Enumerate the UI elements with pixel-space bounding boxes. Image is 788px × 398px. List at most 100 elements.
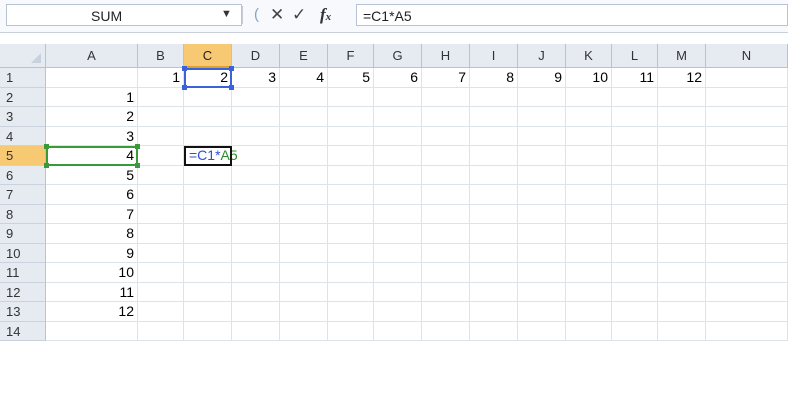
cell-j3[interactable] (518, 107, 566, 127)
cell-k2[interactable] (566, 87, 612, 107)
cell-l4[interactable] (612, 126, 658, 146)
cell-m7[interactable] (658, 185, 706, 205)
cell-b6[interactable] (138, 165, 184, 185)
column-header-n[interactable]: N (706, 44, 788, 68)
cell-h8[interactable] (422, 204, 470, 224)
cell-e6[interactable] (280, 165, 328, 185)
cell-k10[interactable] (566, 243, 612, 263)
cell-m11[interactable] (658, 263, 706, 283)
cell-i1[interactable]: 8 (470, 68, 518, 88)
cell-f12[interactable] (328, 282, 374, 302)
cell-g10[interactable] (374, 243, 422, 263)
cell-a13[interactable]: 12 (46, 302, 138, 322)
cell-n10[interactable] (706, 243, 788, 263)
cell-d11[interactable] (232, 263, 280, 283)
cell-g14[interactable] (374, 321, 422, 341)
cell-a4[interactable]: 3 (46, 126, 138, 146)
cell-j11[interactable] (518, 263, 566, 283)
cell-b4[interactable] (138, 126, 184, 146)
cell-e1[interactable]: 4 (280, 68, 328, 88)
cell-i7[interactable] (470, 185, 518, 205)
row-header-8[interactable]: 8 (0, 204, 46, 224)
select-all-corner[interactable] (0, 44, 46, 68)
cell-n7[interactable] (706, 185, 788, 205)
cell-g13[interactable] (374, 302, 422, 322)
cell-c12[interactable] (184, 282, 232, 302)
column-header-g[interactable]: G (374, 44, 422, 68)
cell-e14[interactable] (280, 321, 328, 341)
cell-n12[interactable] (706, 282, 788, 302)
cell-a3[interactable]: 2 (46, 107, 138, 127)
cell-b1[interactable]: 1 (138, 68, 184, 88)
cell-l9[interactable] (612, 224, 658, 244)
cell-f2[interactable] (328, 87, 374, 107)
a5-handle-br[interactable] (135, 162, 140, 168)
cell-d9[interactable] (232, 224, 280, 244)
cell-f10[interactable] (328, 243, 374, 263)
cell-d1[interactable]: 3 (232, 68, 280, 88)
cell-n9[interactable] (706, 224, 788, 244)
cell-b3[interactable] (138, 107, 184, 127)
cell-m12[interactable] (658, 282, 706, 302)
cell-c9[interactable] (184, 224, 232, 244)
cell-a7[interactable]: 6 (46, 185, 138, 205)
cell-i9[interactable] (470, 224, 518, 244)
cell-d2[interactable] (232, 87, 280, 107)
cell-n11[interactable] (706, 263, 788, 283)
cell-b13[interactable] (138, 302, 184, 322)
cell-l2[interactable] (612, 87, 658, 107)
cell-n14[interactable] (706, 321, 788, 341)
cell-h2[interactable] (422, 87, 470, 107)
cell-j7[interactable] (518, 185, 566, 205)
cell-f1[interactable]: 5 (328, 68, 374, 88)
c1-handle-tr[interactable] (229, 66, 234, 71)
cell-h13[interactable] (422, 302, 470, 322)
cell-g5[interactable] (374, 146, 422, 166)
cell-l5[interactable] (612, 146, 658, 166)
cell-n5[interactable] (706, 146, 788, 166)
cell-b9[interactable] (138, 224, 184, 244)
cell-e12[interactable] (280, 282, 328, 302)
cell-c3[interactable] (184, 107, 232, 127)
c1-handle-tl[interactable] (182, 66, 187, 71)
splitter-icon[interactable]: ( (254, 5, 259, 25)
column-header-j[interactable]: J (518, 44, 566, 68)
cell-j6[interactable] (518, 165, 566, 185)
cell-h11[interactable] (422, 263, 470, 283)
row-header-5[interactable]: 5 (0, 146, 46, 166)
cell-d7[interactable] (232, 185, 280, 205)
cell-e7[interactable] (280, 185, 328, 205)
cell-h4[interactable] (422, 126, 470, 146)
cell-a5[interactable]: 4 (46, 146, 138, 166)
row-header-6[interactable]: 6 (0, 165, 46, 185)
a5-handle-tl[interactable] (44, 144, 49, 149)
cell-i2[interactable] (470, 87, 518, 107)
cell-d12[interactable] (232, 282, 280, 302)
cell-m8[interactable] (658, 204, 706, 224)
cell-h5[interactable] (422, 146, 470, 166)
cell-b14[interactable] (138, 321, 184, 341)
cell-e8[interactable] (280, 204, 328, 224)
cell-e13[interactable] (280, 302, 328, 322)
enter-check-icon[interactable]: ✓ (292, 5, 306, 25)
cell-f13[interactable] (328, 302, 374, 322)
cell-c8[interactable] (184, 204, 232, 224)
cell-d13[interactable] (232, 302, 280, 322)
cell-n6[interactable] (706, 165, 788, 185)
cell-n13[interactable] (706, 302, 788, 322)
column-header-e[interactable]: E (280, 44, 328, 68)
cell-h3[interactable] (422, 107, 470, 127)
insert-function-icon[interactable]: fx (320, 5, 331, 27)
cell-d14[interactable] (232, 321, 280, 341)
name-box[interactable]: SUM ▼ (6, 4, 242, 26)
cell-k11[interactable] (566, 263, 612, 283)
cell-j5[interactable] (518, 146, 566, 166)
cell-g9[interactable] (374, 224, 422, 244)
c1-handle-br[interactable] (229, 84, 234, 90)
cell-f4[interactable] (328, 126, 374, 146)
row-header-12[interactable]: 12 (0, 282, 46, 302)
cell-m2[interactable] (658, 87, 706, 107)
row-header-4[interactable]: 4 (0, 126, 46, 146)
cell-g4[interactable] (374, 126, 422, 146)
c1-handle-bl[interactable] (182, 84, 187, 90)
